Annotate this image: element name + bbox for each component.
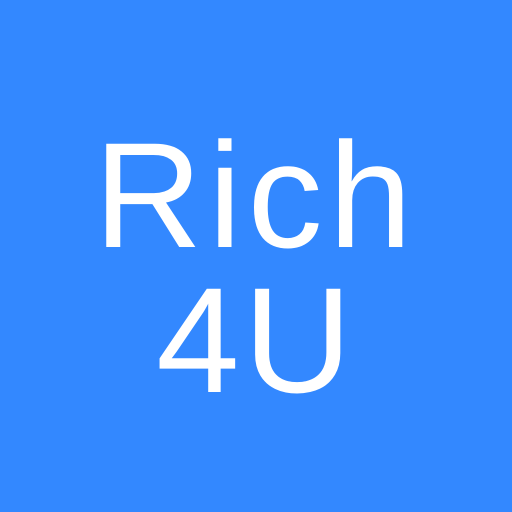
app-logo-tile: Rich 4U xyxy=(0,0,512,512)
logo-line-1: Rich xyxy=(93,111,419,279)
logo-line-2: 4U xyxy=(156,256,356,424)
